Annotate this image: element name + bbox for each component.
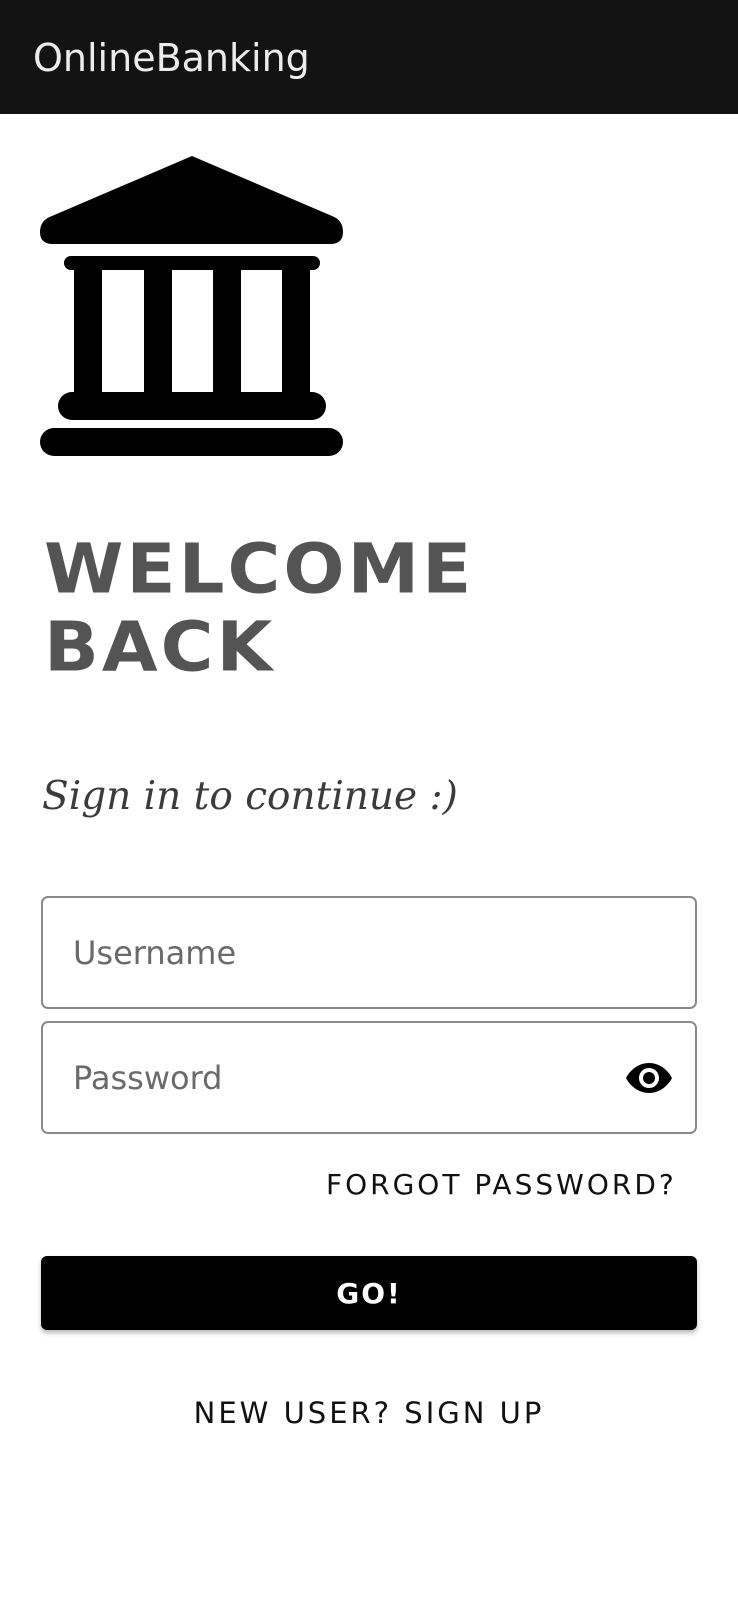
forgot-password-link[interactable]: FORGOT PASSWORD? [326, 1168, 677, 1201]
welcome-line-1: WELCOME [44, 529, 475, 609]
eye-icon[interactable] [625, 1056, 673, 1100]
app-bar: OnlineBanking [0, 0, 738, 114]
bank-building-icon [40, 156, 343, 456]
welcome-line-2: BACK [44, 606, 276, 687]
password-field[interactable] [41, 1021, 697, 1134]
signup-link[interactable]: NEW USER? SIGN UP [0, 1396, 738, 1430]
username-input[interactable] [73, 898, 593, 1007]
go-button[interactable]: GO! [41, 1256, 697, 1330]
welcome-heading: WELCOME BACK [44, 530, 474, 686]
subtitle: Sign in to continue :) [42, 774, 458, 819]
password-input[interactable] [73, 1023, 593, 1132]
app-title: OnlineBanking [33, 36, 310, 80]
username-field[interactable] [41, 896, 697, 1009]
